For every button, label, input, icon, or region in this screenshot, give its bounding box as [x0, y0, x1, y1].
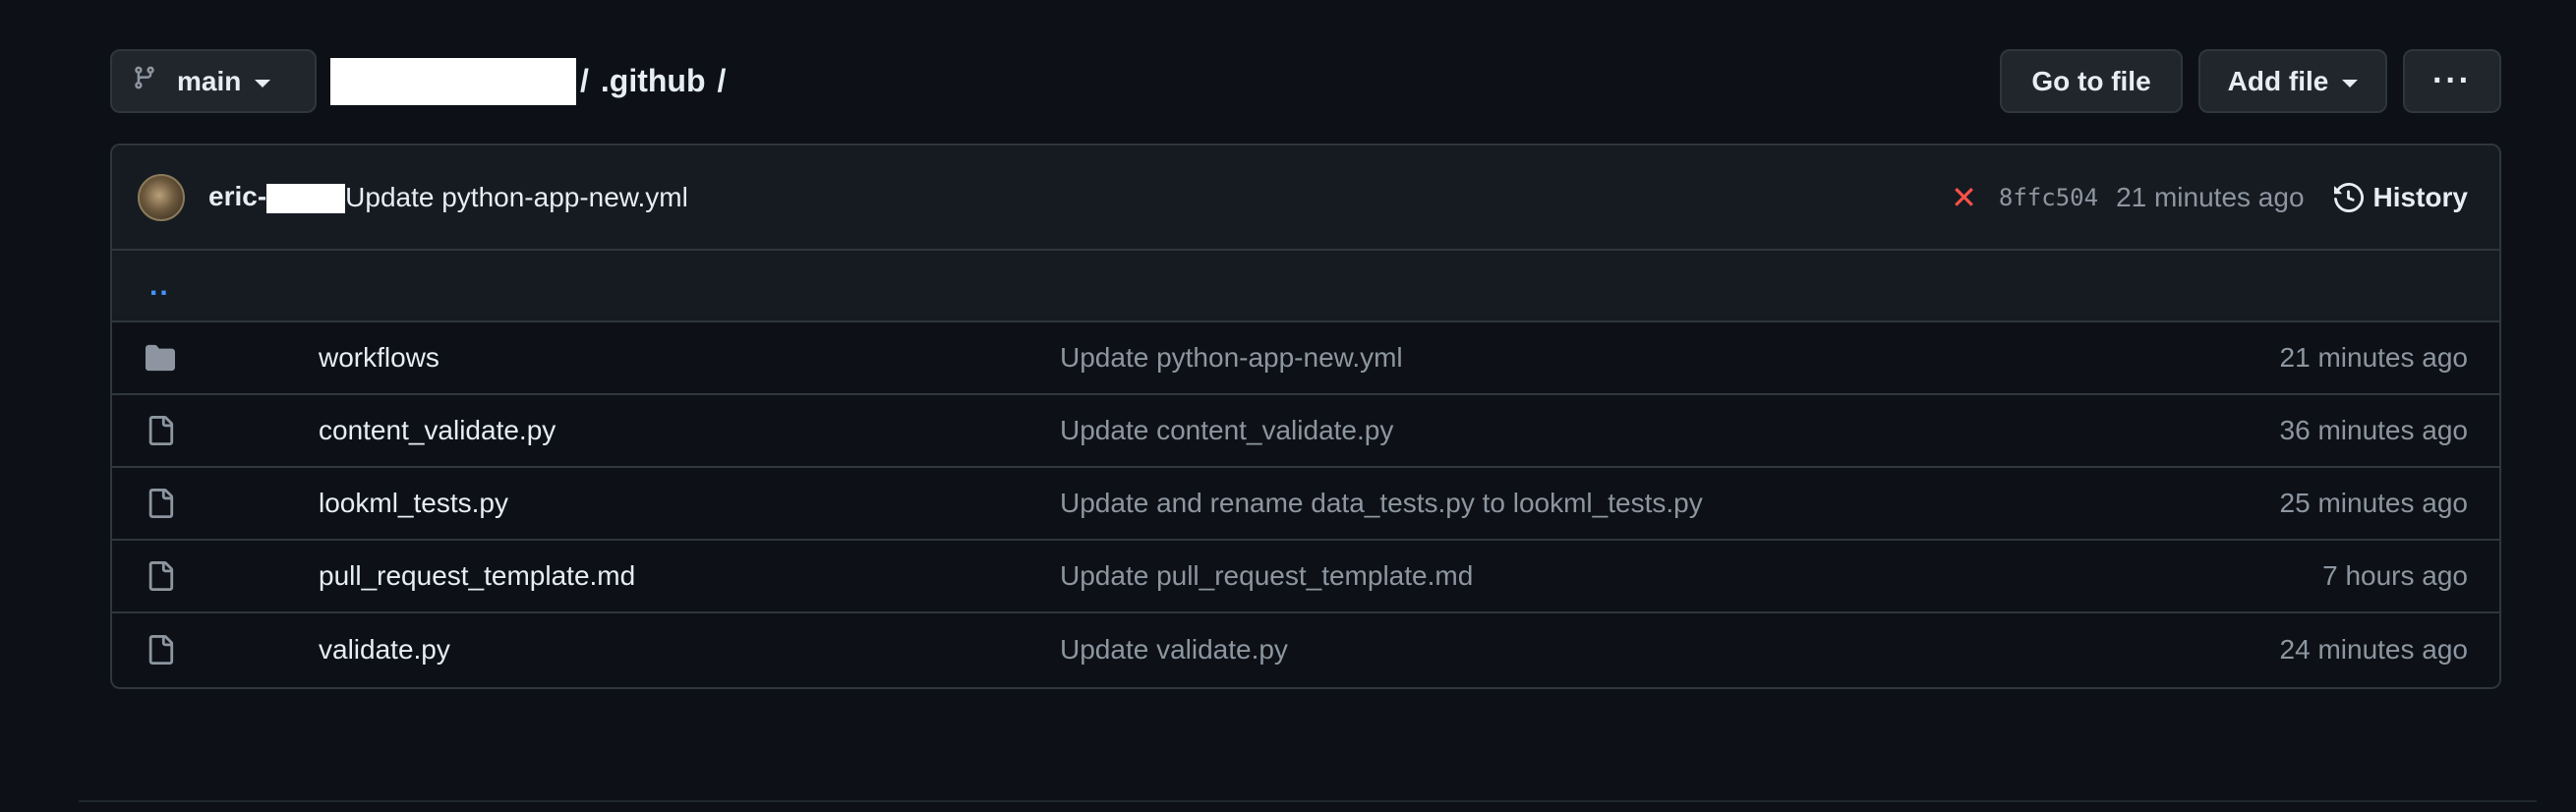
file-time: 36 minutes ago [2279, 415, 2468, 445]
redacted-author-suffix [266, 183, 346, 213]
parent-directory-link[interactable]: .. [149, 269, 170, 303]
commit-meta: ✕ 8ffc504 21 minutes ago History [1951, 179, 2468, 216]
file-commit-message[interactable]: Update content_validate.py [1060, 415, 1393, 446]
file-browser: eric- Update python-app-new.yml ✕ 8ffc50… [110, 144, 2501, 689]
parent-directory-row[interactable]: .. [112, 251, 2499, 322]
file-name[interactable]: content_validate.py [319, 415, 556, 446]
breadcrumb: / .github / [330, 57, 727, 105]
file-commit-message[interactable]: Update pull_request_template.md [1060, 560, 1473, 592]
breadcrumb-separator: / [717, 63, 727, 98]
go-to-file-button[interactable]: Go to file [2000, 49, 2183, 113]
file-time: 25 minutes ago [2279, 488, 2468, 518]
table-row[interactable]: validate.py Update validate.py 24 minute… [112, 613, 2499, 686]
breadcrumb-separator: / [580, 63, 589, 98]
file-name[interactable]: workflows [319, 342, 439, 374]
add-file-button[interactable]: Add file [2198, 49, 2387, 113]
file-icon [144, 633, 177, 667]
commit-author[interactable]: eric- [208, 181, 346, 213]
more-options-button[interactable]: ··· [2403, 49, 2501, 113]
git-branch-icon [132, 63, 157, 99]
commit-sha[interactable]: 8ffc504 [1999, 184, 2098, 211]
chevron-down-icon [255, 79, 271, 87]
divider [79, 800, 2537, 802]
latest-commit-bar: eric- Update python-app-new.yml ✕ 8ffc50… [112, 145, 2499, 251]
folder-icon [144, 341, 177, 375]
repo-toolbar: main / .github / Go to file Add file ··· [110, 49, 2501, 113]
file-time: 24 minutes ago [2279, 634, 2468, 665]
toolbar-actions: Go to file Add file ··· [2000, 49, 2501, 113]
breadcrumb-current-dir: .github [600, 63, 706, 98]
go-to-file-label: Go to file [2031, 65, 2151, 96]
redacted-repo-name[interactable] [330, 57, 576, 105]
table-row[interactable]: pull_request_template.md Update pull_req… [112, 541, 2499, 613]
file-icon [144, 487, 177, 520]
chevron-down-icon [2342, 79, 2359, 87]
commit-time: 21 minutes ago [2116, 181, 2305, 212]
file-time: 7 hours ago [2322, 560, 2468, 591]
file-commit-message[interactable]: Update and rename data_tests.py to lookm… [1060, 488, 1703, 519]
file-name[interactable]: validate.py [319, 634, 450, 666]
file-icon [144, 559, 177, 593]
history-label: History [2372, 181, 2468, 212]
kebab-horizontal-icon: ··· [2432, 62, 2472, 99]
file-name[interactable]: pull_request_template.md [319, 560, 635, 592]
commit-message[interactable]: Update python-app-new.yml [345, 182, 688, 213]
file-commit-message[interactable]: Update validate.py [1060, 634, 1288, 666]
add-file-label: Add file [2227, 65, 2329, 96]
avatar[interactable] [138, 173, 185, 221]
file-time: 21 minutes ago [2279, 342, 2468, 373]
history-icon [2333, 182, 2364, 212]
history-button[interactable]: History [2333, 181, 2468, 213]
branch-label: main [177, 65, 242, 96]
branch-selector-button[interactable]: main [110, 49, 317, 113]
file-icon [144, 414, 177, 447]
x-icon[interactable]: ✕ [1951, 179, 1977, 216]
table-row[interactable]: lookml_tests.py Update and rename data_t… [112, 468, 2499, 541]
file-commit-message[interactable]: Update python-app-new.yml [1060, 342, 1403, 374]
table-row[interactable]: workflows Update python-app-new.yml 21 m… [112, 322, 2499, 395]
commit-author-name: eric- [208, 181, 267, 212]
file-name[interactable]: lookml_tests.py [319, 488, 508, 519]
table-row[interactable]: content_validate.py Update content_valid… [112, 395, 2499, 468]
